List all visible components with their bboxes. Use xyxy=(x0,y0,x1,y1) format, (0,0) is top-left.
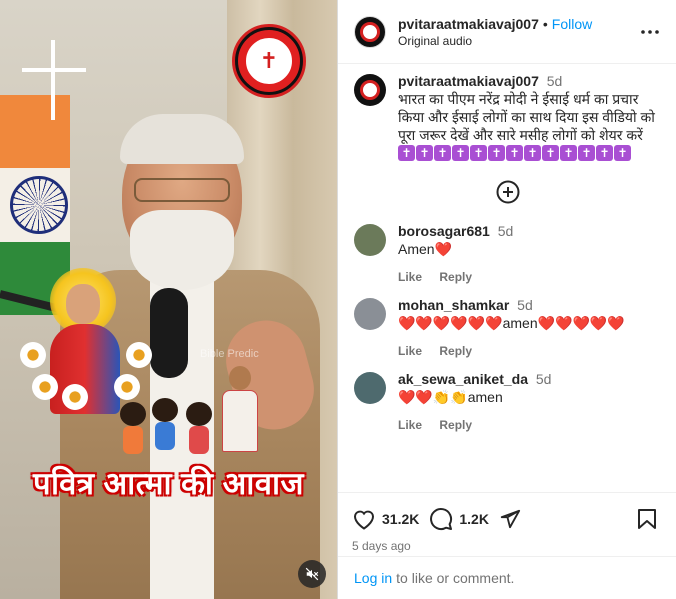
like-count: 31.2K xyxy=(382,511,420,527)
save-button[interactable] xyxy=(637,508,663,530)
cross-emoji: ✝ xyxy=(560,145,577,161)
cross-emoji: ✝ xyxy=(452,145,469,161)
comment-icon xyxy=(430,508,453,531)
white-cross-icon xyxy=(22,40,86,120)
jesus-cartoon-sticker xyxy=(220,366,260,456)
cross-emoji: ✝ xyxy=(506,145,523,161)
load-more-comments-button[interactable] xyxy=(354,180,661,204)
author-avatar[interactable] xyxy=(354,74,386,106)
follow-button[interactable]: Follow xyxy=(552,16,592,32)
like-comment-button[interactable]: Like xyxy=(398,418,422,432)
like-button[interactable]: 31.2K xyxy=(352,508,419,530)
reply-comment-button[interactable]: Reply xyxy=(439,418,472,432)
audio-label[interactable]: Original audio xyxy=(398,34,638,48)
post-viewer: ✝ Bible Predic पवित्र आत्मा की आवाज pvit… xyxy=(0,0,676,599)
bookmark-icon xyxy=(638,509,656,529)
comment-text: Amen❤️ xyxy=(398,241,453,257)
comment-time: 5d xyxy=(535,371,552,387)
post-actions: 31.2K 1.2K 5 days ago xyxy=(338,492,676,553)
comment-time: 5d xyxy=(517,297,533,313)
child-sticker xyxy=(152,398,178,450)
channel-logo: ✝ xyxy=(232,24,306,98)
speaker-muted-icon xyxy=(305,567,319,581)
cross-emoji: ✝ xyxy=(398,145,415,161)
child-sticker xyxy=(186,402,212,454)
comment-button[interactable]: 1.2K xyxy=(429,507,489,531)
flower-sticker xyxy=(18,340,48,370)
post-timestamp[interactable]: 5 days ago xyxy=(352,539,663,553)
cross-emoji: ✝ xyxy=(614,145,631,161)
author-avatar[interactable] xyxy=(354,15,386,48)
comment-username[interactable]: ak_sewa_aniket_da xyxy=(398,371,528,387)
watermark: Bible Predic xyxy=(200,348,259,360)
separator-dot: • xyxy=(542,15,548,32)
caption-time: 5d xyxy=(546,73,563,89)
more-options-button[interactable] xyxy=(638,20,662,44)
post-panel: pvitaraatmakiavaj007 • Follow Original a… xyxy=(337,0,676,599)
post-header: pvitaraatmakiavaj007 • Follow Original a… xyxy=(338,0,676,64)
video-player[interactable]: ✝ Bible Predic पवित्र आत्मा की आवाज xyxy=(0,0,337,599)
cross-emoji: ✝ xyxy=(542,145,559,161)
comment-item: mohan_shamkar 5d ❤️❤️❤️❤️❤️❤️amen❤️❤️❤️❤… xyxy=(354,296,661,360)
paper-plane-icon xyxy=(500,509,521,529)
video-caption: पवित्र आत्मा की आवाज xyxy=(32,466,305,501)
flower-sticker xyxy=(60,382,90,412)
cross-emoji: ✝ xyxy=(416,145,433,161)
comments-section[interactable]: pvitaraatmakiavaj007 5d भारत का पीएम नरे… xyxy=(338,64,676,492)
cross-emoji: ✝ xyxy=(524,145,541,161)
commenter-avatar[interactable] xyxy=(354,372,386,404)
mute-button[interactable] xyxy=(298,560,326,588)
cross-emoji: ✝ xyxy=(470,145,487,161)
cross-emoji: ✝ xyxy=(488,145,505,161)
child-sticker xyxy=(120,402,146,454)
commenter-avatar[interactable] xyxy=(354,298,386,330)
comment-item: ak_sewa_aniket_da 5d ❤️❤️👏👏amen Like Rep… xyxy=(354,370,661,434)
comment-item: borosagar681 5d Amen❤️ Like Reply xyxy=(354,222,661,286)
login-prompt-text: to like or comment. xyxy=(396,570,515,586)
caption-username[interactable]: pvitaraatmakiavaj007 xyxy=(398,73,539,89)
cross-emoji: ✝ xyxy=(578,145,595,161)
cross-emoji: ✝ xyxy=(434,145,451,161)
heart-icon xyxy=(353,510,375,530)
microphone xyxy=(150,288,188,378)
author-username[interactable]: pvitaraatmakiavaj007 xyxy=(398,16,539,32)
flower-sticker xyxy=(124,340,154,370)
comment-time: 5d xyxy=(497,223,514,239)
comment-username[interactable]: borosagar681 xyxy=(398,223,490,239)
caption-text: भारत का पीएम नरेंद्र मोदी ने ईसाई धर्म क… xyxy=(398,91,655,143)
share-button[interactable] xyxy=(499,508,527,530)
flower-sticker xyxy=(30,372,60,402)
cross-emoji-row: ✝ ✝ ✝ ✝ ✝ ✝ ✝ ✝ ✝ ✝ ✝ ✝ ✝ xyxy=(398,144,661,162)
reply-comment-button[interactable]: Reply xyxy=(439,270,472,284)
comment-username[interactable]: mohan_shamkar xyxy=(398,297,509,313)
commenter-avatar[interactable] xyxy=(354,224,386,256)
login-prompt: Log in to like or comment. xyxy=(338,556,676,599)
comment-count: 1.2K xyxy=(459,511,489,527)
reply-comment-button[interactable]: Reply xyxy=(439,344,472,358)
post-caption: pvitaraatmakiavaj007 5d भारत का पीएम नरे… xyxy=(354,72,661,162)
comment-text: ❤️❤️👏👏amen xyxy=(398,389,503,405)
comment-text: ❤️❤️❤️❤️❤️❤️amen❤️❤️❤️❤️❤️ xyxy=(398,315,625,331)
like-comment-button[interactable]: Like xyxy=(398,270,422,284)
login-link[interactable]: Log in xyxy=(354,570,392,586)
cross-emoji: ✝ xyxy=(596,145,613,161)
plus-circle-icon xyxy=(496,180,519,204)
like-comment-button[interactable]: Like xyxy=(398,344,422,358)
more-options-icon xyxy=(641,29,659,34)
flower-sticker xyxy=(112,372,142,402)
